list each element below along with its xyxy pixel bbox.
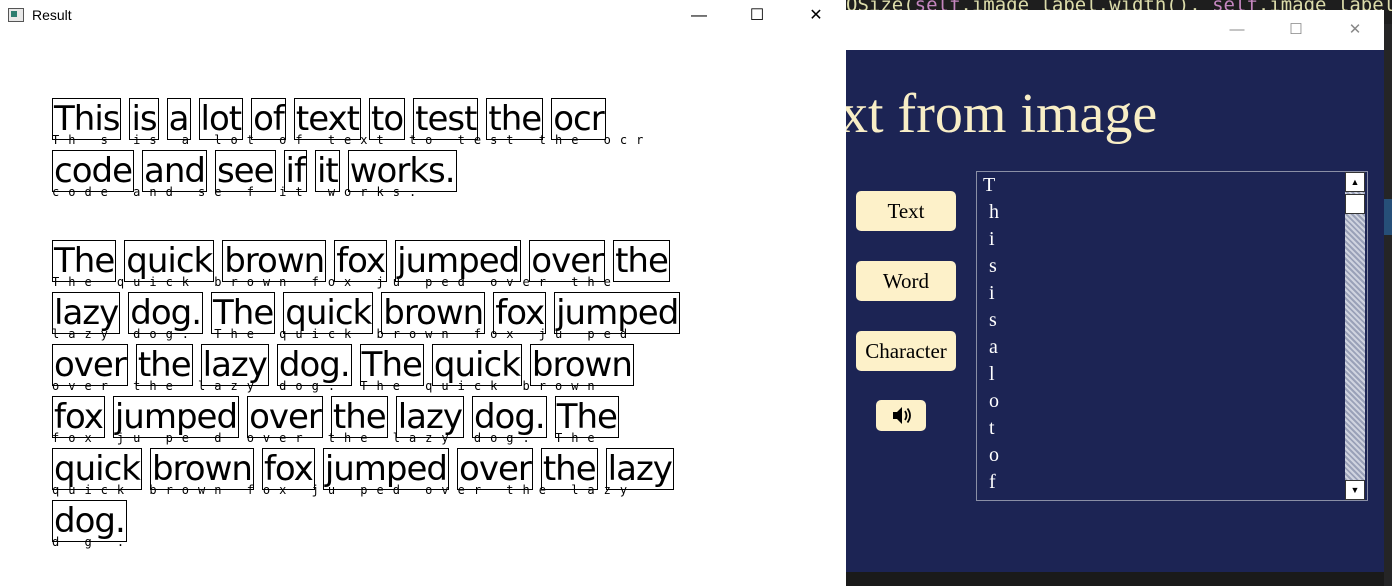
output-char: o: [989, 390, 999, 412]
minimize-button[interactable]: —: [676, 0, 722, 31]
output-char: f: [989, 471, 996, 493]
maximize-button[interactable]: ☐: [734, 0, 780, 31]
output-text-box[interactable]: Thisisalotof ▲ ▼: [976, 171, 1368, 501]
output-char: t: [989, 417, 995, 439]
output-char: l: [989, 363, 995, 385]
app-close-button[interactable]: ✕: [1332, 14, 1378, 45]
text-button[interactable]: Text: [856, 191, 956, 231]
ocr-char-labels: over the lazy dog. The quick brown: [52, 379, 604, 393]
output-char: T: [983, 174, 996, 196]
output-char: s: [989, 309, 997, 331]
result-window: Result — ☐ ✕ This is a lot of text to test the oc…: [0, 0, 846, 586]
ocr-char-labels: d g .: [52, 535, 134, 549]
scroll-down-arrow[interactable]: ▼: [1345, 480, 1365, 500]
ocr-char-labels: code and se f it works.: [52, 185, 426, 199]
editor-bottom-bar: [846, 572, 1384, 586]
app-icon: [8, 8, 24, 22]
word-button[interactable]: Word: [856, 261, 956, 301]
window-title: Result: [32, 7, 72, 23]
speaker-icon: [893, 407, 911, 424]
editor-highlight: [1384, 199, 1392, 235]
output-char: o: [989, 444, 999, 466]
ocr-char-labels: fox ju pe d over the lazy dog. The: [52, 431, 604, 445]
speak-button[interactable]: [876, 400, 926, 431]
ocr-char-labels: quick brown fox ju ped over the lazy: [52, 483, 637, 497]
output-char: a: [989, 336, 998, 358]
output-scrollbar[interactable]: ▲ ▼: [1345, 172, 1365, 500]
editor-sidebar: [1384, 24, 1392, 586]
result-title-bar: Result — ☐ ✕: [0, 0, 846, 31]
ocr-result-image: This is a lot of text to test the ocr Th s is a lo…: [0, 31, 846, 586]
app-maximize-button[interactable]: ☐: [1273, 14, 1319, 45]
ocr-char-labels: lazy dog. The quick brown fox ju ped: [52, 327, 637, 341]
ocr-word-box: the: [613, 240, 670, 282]
ocr-app-window: — ☐ ✕ xt from image Text Word Character …: [840, 10, 1384, 572]
scroll-thumb[interactable]: [1345, 194, 1365, 214]
output-char: h: [989, 201, 999, 223]
ocr-char-labels: The quick brown fox ju ped over the: [52, 275, 620, 289]
app-title-bar: — ☐ ✕: [846, 10, 1384, 50]
ocr-char-labels: Th s is a lot of text to test the ocr: [52, 133, 653, 147]
character-button[interactable]: Character: [856, 331, 956, 371]
output-char: i: [989, 282, 995, 304]
output-char: s: [989, 255, 997, 277]
output-char: i: [989, 228, 995, 250]
scroll-up-arrow[interactable]: ▲: [1345, 172, 1365, 192]
app-heading: xt from image: [840, 83, 1158, 145]
app-minimize-button[interactable]: —: [1214, 14, 1260, 45]
close-button[interactable]: ✕: [793, 0, 839, 31]
